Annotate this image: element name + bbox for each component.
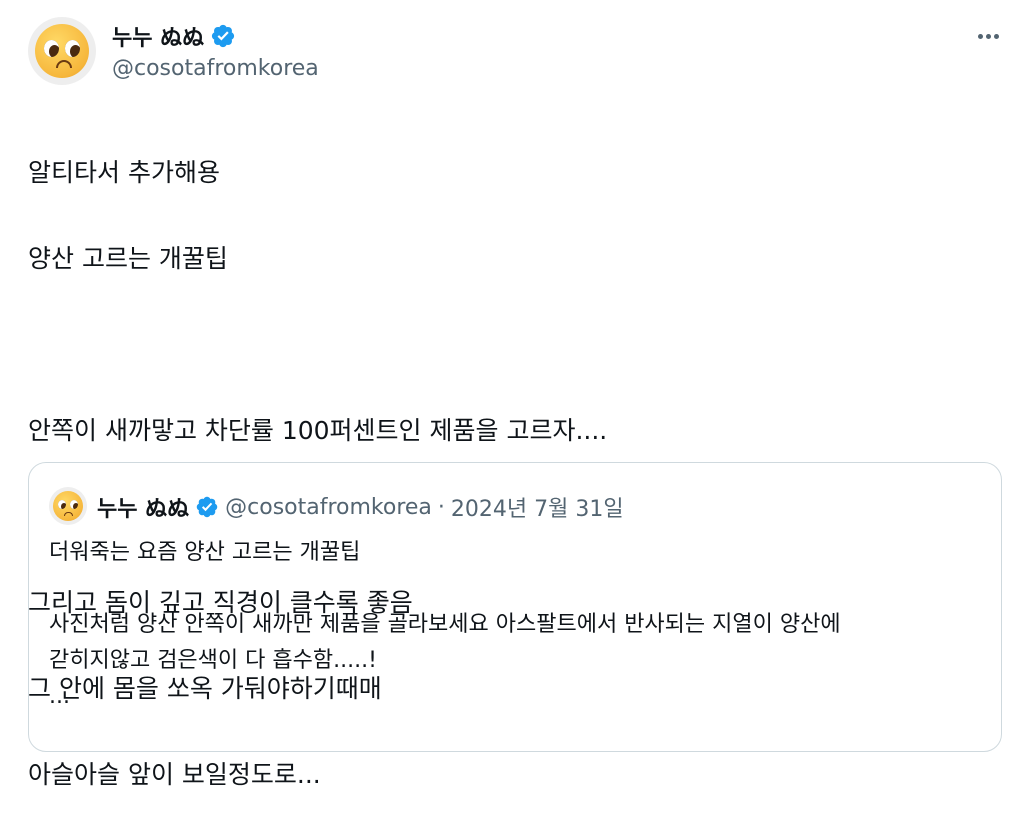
- quoted-author-avatar: [49, 487, 87, 525]
- quoted-line: 더워죽는 요즘 양산 고르는 개꿀팁: [49, 540, 361, 565]
- quoted-tweet-card[interactable]: 누누 ぬぬ @cosotafromkorea · 2024년 7월 31일 더워…: [28, 462, 1002, 752]
- author-avatar[interactable]: [28, 17, 96, 85]
- author-handle[interactable]: @cosotafromkorea: [112, 56, 319, 81]
- tweet-line: 아슬아슬 앞이 보일정도로...: [28, 760, 321, 789]
- author-name-row[interactable]: 누누 ぬぬ: [112, 20, 236, 52]
- quoted-author-display-name: 누누 ぬぬ: [97, 497, 190, 522]
- quoted-line: 갇히지않고 검은색이 다 흡수함.....!: [49, 648, 377, 673]
- pleading-face-icon: [35, 24, 89, 78]
- tweet-line: 알티타서 추가해용: [28, 158, 220, 187]
- quoted-tweet-text: 더워죽는 요즘 양산 고르는 개꿀팁 사진처럼 양산 안쪽이 새까만 제품을 골…: [49, 535, 979, 715]
- quoted-line-ellipsis: ...: [49, 684, 70, 709]
- separator-dot: ·: [437, 494, 445, 520]
- tweet-line: 양산 고르는 개꿀팁: [28, 244, 228, 273]
- more-options-icon[interactable]: [972, 24, 1004, 48]
- quoted-line: 사진처럼 양산 안쪽이 새까만 제품을 골라보세요 아스팔트에서 반사되는 지열…: [49, 612, 841, 637]
- quoted-author-handle: @cosotafromkorea: [225, 494, 432, 520]
- quoted-tweet-date: 2024년 7월 31일: [450, 497, 624, 522]
- verified-badge-icon: [196, 496, 218, 518]
- tweet-line: 안쪽이 새까맣고 차단률 100퍼센트인 제품을 고르자....: [28, 416, 608, 445]
- quoted-tweet-header: 누누 ぬぬ @cosotafromkorea · 2024년 7월 31일: [97, 491, 624, 523]
- pleading-face-icon: [53, 491, 83, 521]
- verified-badge-icon: [212, 24, 235, 48]
- author-display-name[interactable]: 누누 ぬぬ: [112, 20, 204, 52]
